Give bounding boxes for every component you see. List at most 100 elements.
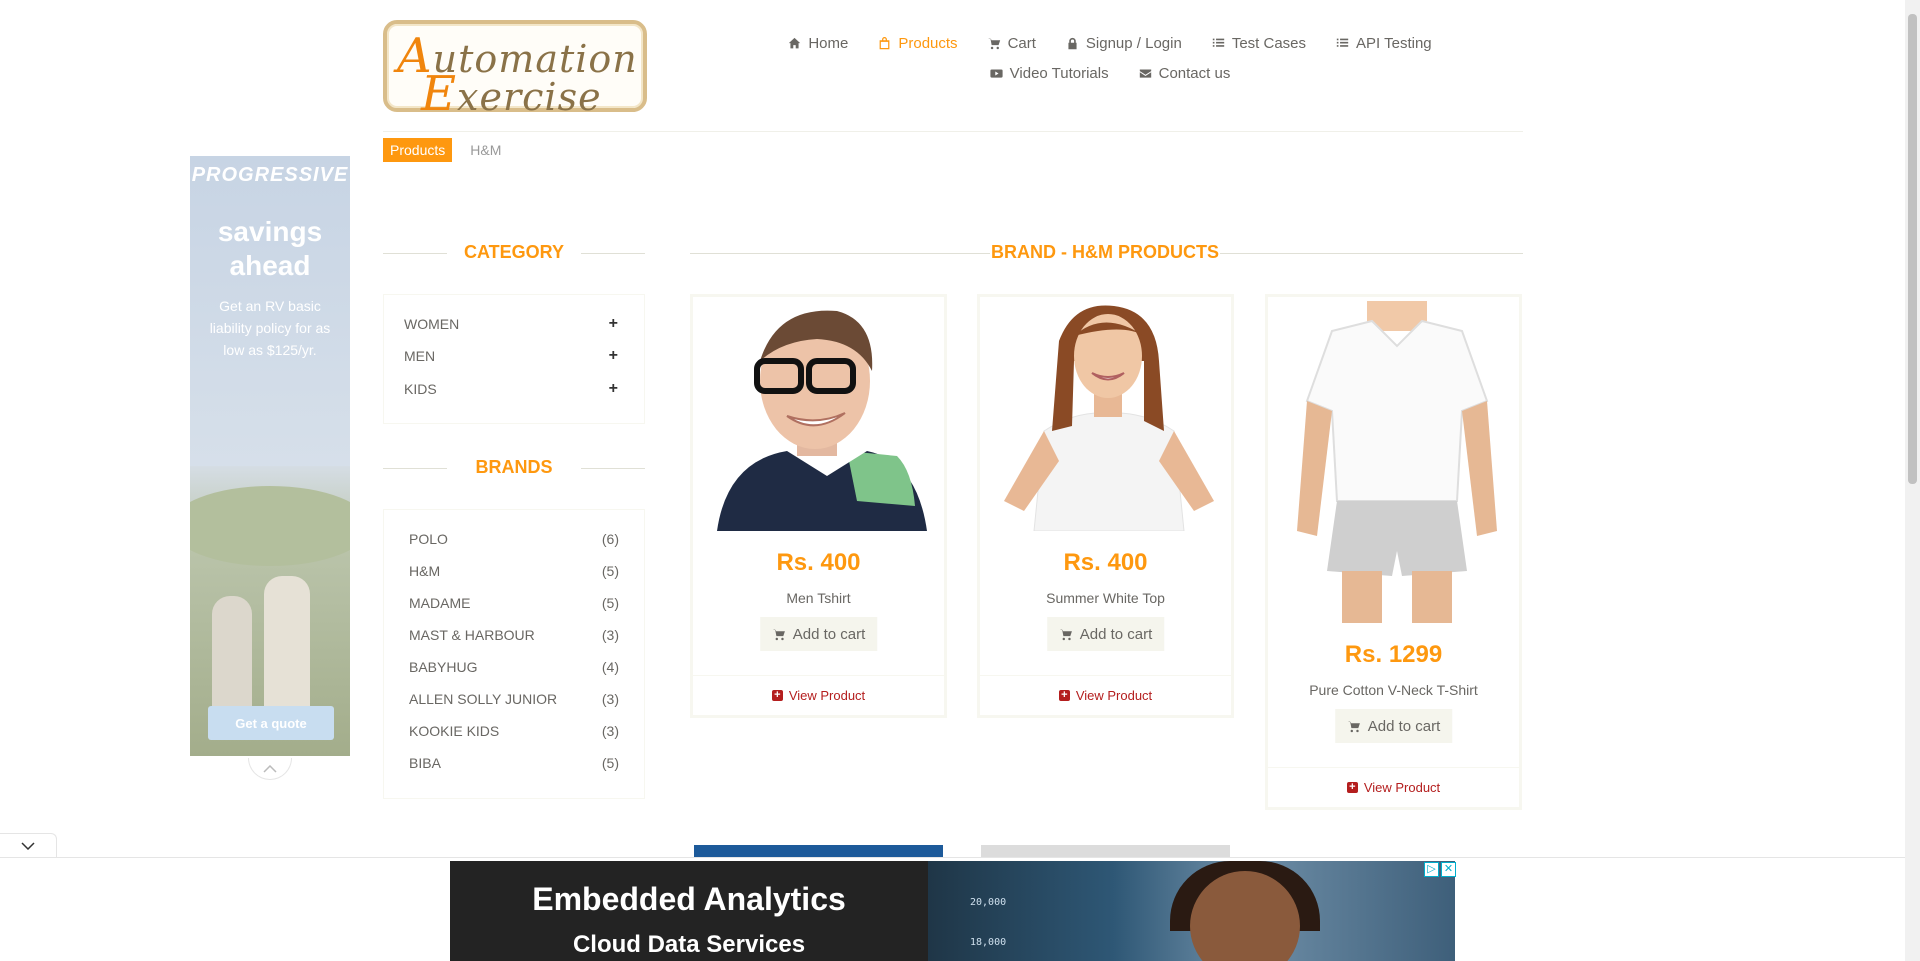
scrollbar-thumb[interactable] [1908,14,1917,484]
ad-person-2 [264,576,310,716]
category-item-women[interactable]: WOMEN + [404,315,618,333]
nav-test-cases-label: Test Cases [1231,34,1307,52]
product-image [697,301,940,531]
products-title-line-right [1220,253,1523,254]
brand-item-madame[interactable]: MADAME (5) [409,595,619,611]
product-image [1272,301,1515,623]
view-product-label: View Product [788,688,866,703]
nav-products[interactable]: Products [878,34,958,52]
nav-test-cases[interactable]: Test Cases [1212,35,1306,52]
add-to-cart-button[interactable]: Add to cart [759,617,878,651]
view-product-label: View Product [1075,688,1153,703]
brand-item-mast-harbour[interactable]: MAST & HARBOUR (3) [409,627,619,643]
banner-headline: Embedded Analytics [532,881,846,917]
add-to-cart-label: Add to cart [1079,625,1153,643]
ad-hills [190,486,350,566]
category-label: MEN [404,348,436,364]
brand-count: (5) [601,563,619,579]
breadcrumb-current: H&M [470,142,502,158]
nav-signup-login[interactable]: Signup / Login [1066,35,1182,52]
brand-item-kookie-kids[interactable]: KOOKIE KIDS (3) [409,723,619,739]
category-title-line-left [383,253,447,254]
site-logo[interactable]: Automation Exercise [383,20,647,122]
brand-name: MAST & HARBOUR [409,627,535,643]
brand-item-hm[interactable]: H&M (5) [409,563,619,579]
brand-name: KOOKIE KIDS [409,723,500,739]
main-nav: Home Products Cart Signup / Login Test C… [780,28,1440,88]
banner-number: 20,000 [970,897,1007,908]
add-to-cart-button[interactable]: Add to cart [1046,617,1165,651]
product-name: Men Tshirt [786,590,851,606]
nav-home[interactable]: Home [788,35,848,52]
category-label: WOMEN [404,316,460,332]
nav-contact-us-label: Contact us [1158,64,1231,82]
cart-icon [1059,629,1072,640]
brand-item-babyhug[interactable]: BABYHUG (4) [409,659,619,675]
ad-text: Get an RV basic liability policy for as … [209,298,331,358]
product-price: Rs. 400 [1063,549,1148,576]
ad-get-quote-button[interactable]: Get a quote [208,706,334,740]
chevron-up-icon [263,764,277,773]
logo-line-2: Exercise [421,66,602,122]
cart-icon [772,629,785,640]
brands-title: BRANDS [475,457,553,477]
plus-icon[interactable]: + [609,347,618,365]
close-icon[interactable]: ✕ [1441,862,1456,877]
product-card: Rs. 400 Summer White Top Add to cart + V… [977,294,1234,718]
nav-contact-us[interactable]: Contact us [1139,64,1231,82]
lock-icon [1068,37,1077,49]
category-title: CATEGORY [463,242,564,262]
brand-item-polo[interactable]: POLO (6) [409,531,619,547]
ad-choices: ▷ ✕ [1424,862,1456,877]
envelope-icon [1139,68,1151,78]
plus-square-icon: + [771,690,783,701]
home-icon [789,37,801,48]
bottom-ad-banner[interactable]: Embedded Analytics Cloud Data Services 2… [450,861,1455,961]
bottom-ad-toggle[interactable] [0,833,57,858]
product-image [984,301,1227,531]
youtube-play-icon [990,68,1003,78]
add-to-cart-label: Add to cart [1367,717,1441,735]
view-product-link[interactable]: + View Product [1268,767,1519,807]
plus-icon[interactable]: + [609,315,618,333]
plus-square-icon: + [1346,782,1358,793]
cart-icon [987,38,1000,49]
plus-icon[interactable]: + [609,380,618,398]
brand-count: (3) [601,627,619,643]
view-product-link[interactable]: + View Product [980,675,1231,715]
product-card: Rs. 400 Men Tshirt Add to cart + View Pr… [690,294,947,718]
nav-cart-label: Cart [1007,34,1036,52]
side-advertisement[interactable]: PROGRESSIVE savings ahead Get an RV basi… [190,156,350,756]
category-item-kids[interactable]: KIDS + [404,380,618,398]
category-item-men[interactable]: MEN + [404,347,618,365]
ad-choices-icon[interactable]: ▷ [1424,862,1439,877]
shopping-bag-icon [879,36,890,49]
brand-name: H&M [409,563,441,579]
logo-line-2-rest: xercise [457,75,602,119]
add-to-cart-button[interactable]: Add to cart [1334,709,1453,743]
chevron-down-icon [21,842,35,850]
nav-signup-login-label: Signup / Login [1085,34,1182,52]
brand-item-allen-solly-junior[interactable]: ALLEN SOLLY JUNIOR (3) [409,691,619,707]
ad-headline: savings ahead [217,216,323,281]
category-title-line-right [581,253,645,254]
ad-brand: PROGRESSIVE [191,164,349,186]
nav-api-testing-label: API Testing [1356,34,1432,52]
list-icon [1212,38,1225,47]
page-scrollbar[interactable] [1905,0,1920,961]
ad-collapse-button[interactable] [248,758,292,780]
nav-video-tutorials[interactable]: Video Tutorials [990,65,1109,82]
nav-video-tutorials-label: Video Tutorials [1009,64,1109,82]
view-product-link[interactable]: + View Product [693,675,944,715]
nav-products-label: Products [898,34,958,52]
brand-count: (5) [601,595,619,611]
banner-number: 18,000 [970,937,1007,948]
nav-api-testing[interactable]: API Testing [1336,35,1432,52]
nav-cart[interactable]: Cart [987,34,1036,52]
brand-item-biba[interactable]: BIBA (5) [409,755,619,771]
product-price: Rs. 1299 [1344,641,1443,668]
brands-title-line-left [383,468,447,469]
category-panel: WOMEN + MEN + KIDS + [383,294,645,424]
list-icon [1336,38,1349,47]
breadcrumb-products[interactable]: Products [383,138,453,162]
